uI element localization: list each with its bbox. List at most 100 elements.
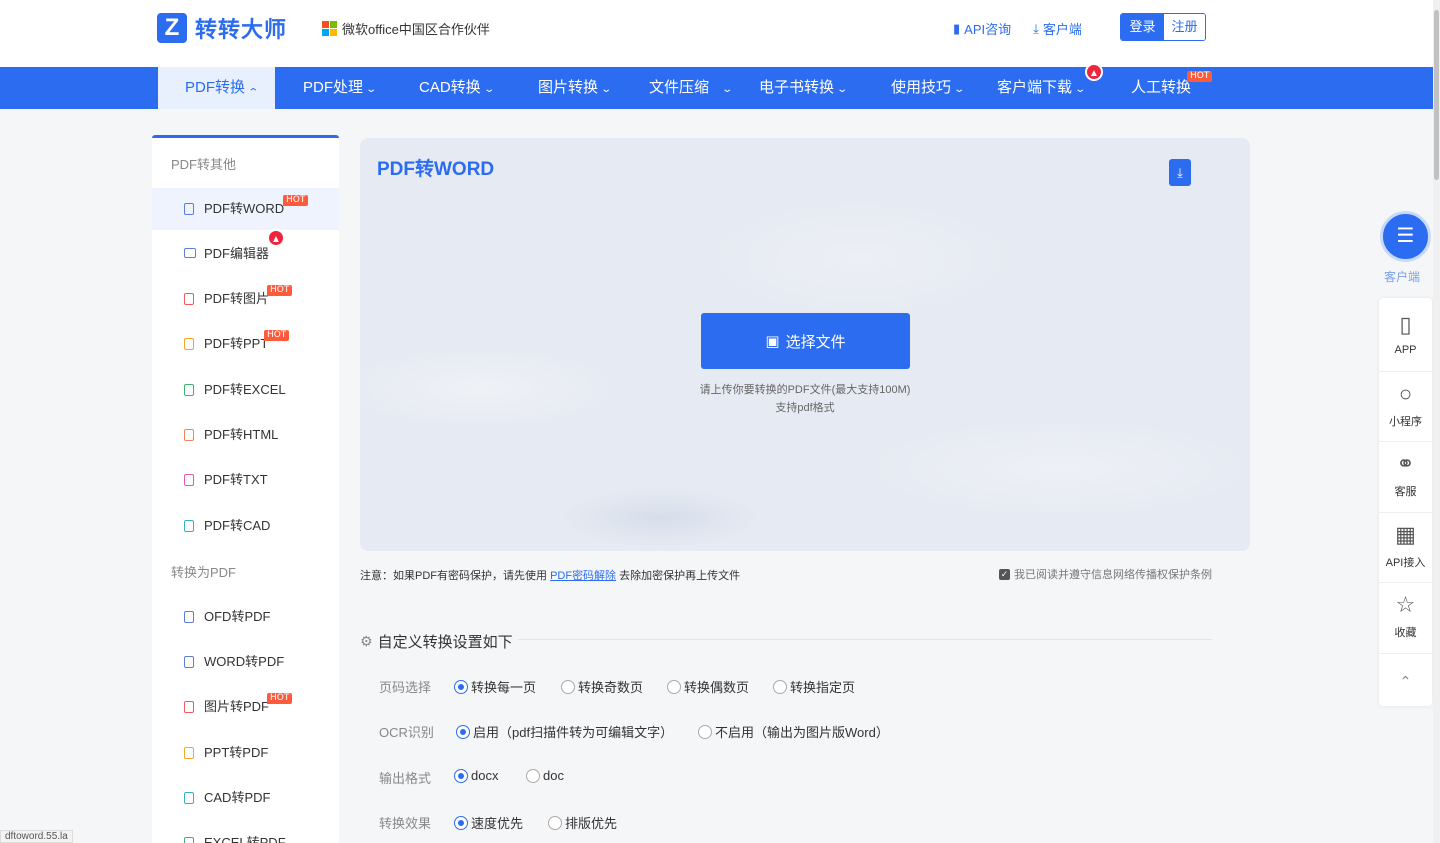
top-header: Z 转转大师 微软office中国区合作伙伴 ▮ API咨询 ⤓ 客户端 登录 … (0, 0, 1440, 67)
radio-ocr-off[interactable]: 不启用（输出为图片版Word） (698, 722, 889, 741)
sidebar-item-pdf-editor[interactable]: PDF编辑器 (152, 233, 339, 275)
sidebar-item-pdf-to-image[interactable]: PDF转图片 (152, 278, 339, 320)
sidebar-item-pdf-to-excel[interactable]: PDF转EXCEL (152, 369, 339, 411)
mini-program-icon: ○ (1398, 381, 1413, 406)
radio-docx[interactable]: docx (454, 768, 498, 783)
radio-layout-first[interactable]: 排版优先 (548, 813, 617, 832)
ppt-file-icon (184, 338, 194, 350)
sidebar-item-label: PDF转图片 (204, 291, 270, 306)
page-scrollbar[interactable] (1433, 0, 1440, 843)
ofd-file-icon (184, 611, 194, 623)
sidebar-item-excel-to-pdf[interactable]: EXCEL转PDF (152, 822, 339, 843)
radio-every-page[interactable]: 转换每一页 (454, 677, 536, 696)
auth-buttons: 登录 注册 (1120, 13, 1206, 41)
monitor-icon (184, 248, 196, 258)
client-float-label[interactable]: 客户端 (1384, 268, 1420, 285)
download-icon: ⤓ (1033, 20, 1039, 36)
word-file-icon (184, 656, 194, 668)
hot-badge: HOT (283, 195, 309, 206)
toolbar-label: 小程序 (1389, 416, 1422, 428)
toolbar-favorite[interactable]: ☆ 收藏 (1379, 590, 1432, 640)
ocr-label: OCR识别 (379, 725, 434, 740)
radio-ocr-on[interactable]: 启用（pdf扫描件转为可编辑文字） (456, 722, 673, 741)
sidebar-item-ofd-to-pdf[interactable]: OFD转PDF (152, 596, 339, 638)
option-label: 转换奇数页 (578, 680, 644, 695)
chevron-down-icon: ⌄ (953, 84, 966, 95)
sidebar-item-cad-to-pdf[interactable]: CAD转PDF (152, 777, 339, 819)
option-label: 启用（pdf扫描件转为可编辑文字） (473, 725, 674, 740)
main-nav: PDF转换 ⌄ PDF处理 ⌄ CAD转换 ⌄ 图片转换 ⌄ 文件压缩 ⌄ 电子书转换 ⌄ … (0, 63, 1440, 109)
chevron-down-icon: ⌄ (1074, 84, 1087, 95)
gear-icon: ⚙ (360, 633, 373, 649)
agree-checkbox-row[interactable]: ✓ 我已阅读并遵守信息网络传播权保护条例 (999, 566, 1212, 582)
sidebar-item-ppt-to-pdf[interactable]: PPT转PDF (152, 732, 339, 774)
sidebar-item-image-to-pdf[interactable]: 图片转PDF (152, 686, 339, 728)
register-button[interactable]: 注册 (1164, 14, 1205, 40)
nav-manual-convert[interactable]: 人工转换 (1131, 67, 1191, 109)
radio-unselected[interactable] (526, 768, 540, 783)
radio-even-pages[interactable]: 转换偶数页 (667, 677, 749, 696)
nav-tips[interactable]: 使用技巧 ⌄ (891, 67, 966, 109)
radio-selected[interactable] (454, 679, 468, 694)
html-file-icon (184, 429, 194, 441)
sidebar-item-pdf-to-word[interactable]: PDF转WORD (152, 188, 339, 230)
fire-icon: ▲ (1085, 63, 1103, 81)
radio-specific-pages[interactable]: 转换指定页 (773, 677, 855, 696)
toolbar-label: 收藏 (1394, 627, 1417, 639)
nav-label: PDF处理 (303, 79, 364, 96)
sidebar-item-pdf-to-html[interactable]: PDF转HTML (152, 414, 339, 456)
radio-selected[interactable] (454, 815, 468, 830)
toolbar-mini-program[interactable]: ○ 小程序 (1379, 379, 1432, 429)
nav-label: 图片转换 (538, 79, 599, 96)
radio-selected[interactable] (454, 768, 468, 783)
upload-dropzone[interactable]: PDF转WORD ⤓ ▣ 选择文件 请上传你要转换的PDF文件(最大支持100M… (360, 138, 1250, 551)
sidebar-item-label: WORD转PDF (204, 654, 285, 669)
pdf-unlock-link[interactable]: PDF密码解除 (550, 570, 616, 582)
toolbar-app[interactable]: ▯ APP (1379, 310, 1432, 356)
partner-text: 微软office中国区合作伙伴 (342, 22, 490, 37)
login-button[interactable]: 登录 (1121, 14, 1164, 40)
nav-cad-convert[interactable]: CAD转换 ⌄ (419, 67, 495, 109)
client-float-button[interactable]: ☰ (1380, 211, 1431, 262)
sidebar-item-pdf-to-txt[interactable]: PDF转TXT (152, 459, 339, 501)
chevron-down-icon: ⌄ (482, 84, 495, 95)
toolbar-api[interactable]: ▦ API接入 (1379, 520, 1432, 570)
sidebar-item-word-to-pdf[interactable]: WORD转PDF (152, 641, 339, 683)
nav-client-download[interactable]: 客户端下载 ⌄ (997, 67, 1087, 109)
hot-badge: HOT (267, 693, 293, 704)
sidebar-item-label: PDF转WORD (204, 201, 285, 216)
client-download-link[interactable]: ⤓ 客户端 (1033, 19, 1082, 38)
back-to-top-button[interactable]: ⌃ (1379, 666, 1432, 700)
nav-ebook-convert[interactable]: 电子书转换 ⌄ (759, 67, 848, 109)
nav-pdf-process[interactable]: PDF处理 ⌄ (303, 67, 377, 109)
radio-unselected[interactable] (698, 724, 712, 739)
logo-mark: Z (157, 13, 187, 43)
chat-icon: ▮ (953, 20, 961, 36)
radio-selected[interactable] (456, 724, 470, 739)
radio-doc[interactable]: doc (526, 768, 564, 783)
divider (1379, 582, 1432, 583)
api-consult-link[interactable]: ▮ API咨询 (953, 19, 1011, 38)
toolbar-customer-service[interactable]: ⚭ 客服 (1379, 449, 1432, 499)
sidebar-item-label: PDF转PPT (204, 336, 269, 351)
choose-file-button[interactable]: ▣ 选择文件 (701, 313, 910, 369)
nav-pdf-convert[interactable]: PDF转换 ⌄ (158, 67, 275, 109)
sidebar-item-pdf-to-ppt[interactable]: PDF转PPT (152, 323, 339, 365)
cad-file-icon (184, 520, 194, 532)
sidebar-item-pdf-to-cad[interactable]: PDF转CAD (152, 505, 339, 547)
scrollbar-thumb[interactable] (1434, 10, 1439, 180)
radio-unselected[interactable] (561, 679, 575, 694)
nav-file-compress[interactable]: 文件压缩 ⌄ (649, 67, 733, 109)
nav-image-convert[interactable]: 图片转换 ⌄ (538, 67, 612, 109)
radio-odd-pages[interactable]: 转换奇数页 (561, 677, 643, 696)
radio-unselected[interactable] (548, 815, 562, 830)
site-logo[interactable]: Z 转转大师 (157, 12, 287, 44)
radio-unselected[interactable] (667, 679, 681, 694)
checkbox-checked-icon[interactable]: ✓ (999, 568, 1010, 580)
option-label: docx (471, 768, 499, 783)
download-client-button[interactable]: ⤓ (1169, 159, 1191, 186)
client-download-label: 客户端 (1042, 22, 1082, 37)
radio-unselected[interactable] (773, 679, 787, 694)
radio-speed-first[interactable]: 速度优先 (454, 813, 523, 832)
image-file-icon (184, 701, 194, 713)
